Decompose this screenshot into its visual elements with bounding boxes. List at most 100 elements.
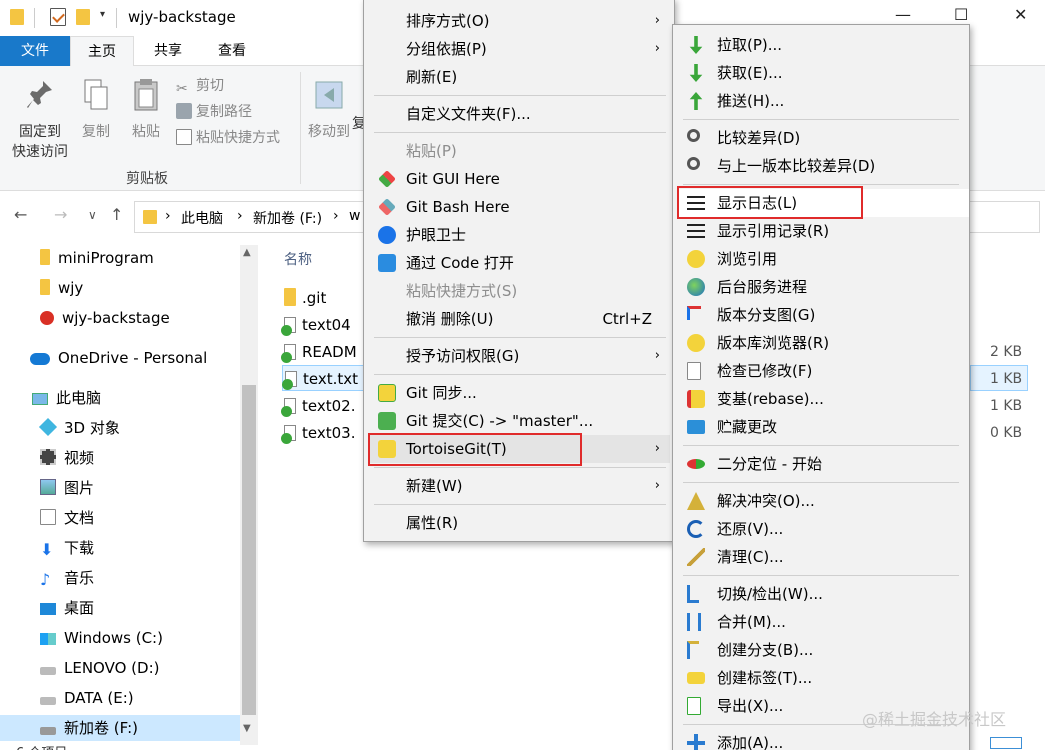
paste-icon bbox=[134, 79, 158, 111]
tab-home[interactable]: 主页 bbox=[70, 36, 134, 66]
menu-item-open-with-code[interactable]: 通过 Code 打开 bbox=[368, 249, 670, 277]
back-button[interactable]: ← bbox=[14, 205, 27, 224]
menu-item-push[interactable]: 推送(H)... bbox=[677, 87, 969, 115]
menu-item-git-bash[interactable]: Git Bash Here bbox=[368, 193, 670, 221]
menu-item-switch-checkout[interactable]: 切换/检出(W)... bbox=[677, 580, 969, 608]
nav-label: miniProgram bbox=[58, 249, 154, 267]
menu-item-group-by[interactable]: 分组依据(P) › bbox=[368, 35, 670, 63]
nav-item-documents[interactable]: 文档 bbox=[40, 505, 94, 531]
pin-to-quick-access-button[interactable]: 固定到 快速访问 bbox=[8, 78, 72, 162]
menu-item-new[interactable]: 新建(W) › bbox=[368, 472, 670, 500]
menu-item-revision-graph[interactable]: 版本分支图(G) bbox=[677, 301, 969, 329]
nav-item-onedrive[interactable]: OneDrive - Personal bbox=[30, 345, 207, 371]
nav-item-this-pc[interactable]: 此电脑 bbox=[32, 385, 101, 411]
nav-item-drive-d[interactable]: LENOVO (D:) bbox=[40, 655, 159, 681]
nav-item-desktop[interactable]: 桌面 bbox=[40, 595, 94, 621]
menu-item-properties[interactable]: 属性(R) bbox=[368, 509, 670, 537]
copy-button[interactable]: 复制 bbox=[78, 78, 114, 142]
breadcrumb-this-pc[interactable]: 此电脑 bbox=[181, 208, 223, 228]
nav-item-drive-f[interactable]: 新加卷 (F:) bbox=[0, 715, 240, 741]
paste-shortcut-button[interactable]: 粘贴快捷方式 bbox=[176, 126, 280, 150]
forward-button[interactable]: → bbox=[54, 205, 67, 224]
menu-item-browse-references[interactable]: 浏览引用 bbox=[677, 245, 969, 273]
menu-item-rebase[interactable]: 变基(rebase)... bbox=[677, 385, 969, 413]
scroll-up-arrow[interactable]: ▲ bbox=[243, 247, 251, 258]
nav-item-music[interactable]: ♪ 音乐 bbox=[40, 565, 94, 591]
menu-item-give-access[interactable]: 授予访问权限(G) › bbox=[368, 342, 670, 370]
tab-file[interactable]: 文件 bbox=[0, 36, 70, 66]
column-header-name[interactable]: 名称 bbox=[284, 249, 312, 269]
address-path[interactable]: › 此电脑 › 新加卷 (F:) › w bbox=[134, 201, 364, 233]
copy-path-button[interactable]: 复制路径 bbox=[176, 100, 252, 124]
menu-item-git-sync[interactable]: Git 同步... bbox=[368, 379, 670, 407]
menu-item-create-tag[interactable]: 创建标签(T)... bbox=[677, 664, 969, 692]
menu-item-check-modifications[interactable]: 检查已修改(F) bbox=[677, 357, 969, 385]
recent-locations-button[interactable]: ∨ bbox=[88, 208, 97, 222]
nav-item-wjy[interactable]: wjy bbox=[40, 275, 83, 301]
tab-view[interactable]: 查看 bbox=[202, 36, 262, 66]
nav-scrollbar[interactable]: ▲ ▼ bbox=[240, 245, 258, 745]
nav-item-pictures[interactable]: 图片 bbox=[40, 475, 94, 501]
file-row[interactable]: READM bbox=[281, 339, 357, 365]
minimize-button[interactable]: — bbox=[895, 5, 911, 24]
menu-item-diff[interactable]: 比较差异(D) bbox=[677, 124, 969, 152]
properties-icon[interactable] bbox=[50, 8, 66, 26]
nav-item-miniprogram[interactable]: miniProgram bbox=[40, 245, 154, 271]
file-row[interactable]: .git bbox=[284, 285, 326, 311]
bisect-icon bbox=[687, 459, 705, 469]
menu-item-add[interactable]: 添加(A)... bbox=[677, 729, 969, 750]
nav-item-wjy-backstage[interactable]: wjy-backstage bbox=[40, 305, 170, 331]
paste-button[interactable]: 粘贴 bbox=[128, 78, 164, 142]
details-view-button[interactable] bbox=[990, 737, 1022, 749]
menu-item-fetch[interactable]: 获取(E)... bbox=[677, 59, 969, 87]
menu-item-create-branch[interactable]: 创建分支(B)... bbox=[677, 636, 969, 664]
nav-label: LENOVO (D:) bbox=[64, 659, 160, 677]
nav-item-3d-objects[interactable]: 3D 对象 bbox=[38, 415, 120, 441]
menu-item-eye-care[interactable]: 护眼卫士 bbox=[368, 221, 670, 249]
menu-label: 护眼卫士 bbox=[406, 226, 467, 244]
menu-item-paste-shortcut[interactable]: 粘贴快捷方式(S) bbox=[368, 277, 670, 305]
file-row[interactable]: text02. bbox=[281, 393, 355, 419]
nav-item-drive-e[interactable]: DATA (E:) bbox=[40, 685, 134, 711]
new-folder-icon[interactable] bbox=[76, 9, 90, 25]
menu-item-diff-previous[interactable]: 与上一版本比较差异(D) bbox=[677, 152, 969, 180]
cut-button[interactable]: ✂ 剪切 bbox=[176, 74, 224, 98]
menu-item-git-commit[interactable]: Git 提交(C) -> "master"... bbox=[368, 407, 670, 435]
scrollbar-thumb[interactable] bbox=[242, 385, 256, 715]
scroll-down-arrow[interactable]: ▼ bbox=[243, 723, 251, 734]
close-button[interactable]: ✕ bbox=[1014, 5, 1027, 24]
file-row[interactable]: text03. bbox=[281, 420, 355, 446]
menu-item-reflog[interactable]: 显示引用记录(R) bbox=[677, 217, 969, 245]
tab-share[interactable]: 共享 bbox=[138, 36, 198, 66]
menu-item-refresh[interactable]: 刷新(E) bbox=[368, 63, 670, 91]
up-button[interactable]: ↑ bbox=[110, 205, 123, 224]
menu-item-daemon[interactable]: 后台服务进程 bbox=[677, 273, 969, 301]
search-input[interactable] bbox=[966, 201, 1040, 233]
menu-item-customize-folder[interactable]: 自定义文件夹(F)... bbox=[368, 100, 670, 128]
customize-quick-access-button[interactable]: ▾ bbox=[100, 9, 105, 20]
nav-item-drive-c[interactable]: Windows (C:) bbox=[40, 625, 163, 651]
menu-item-merge[interactable]: 合并(M)... bbox=[677, 608, 969, 636]
drive-icon bbox=[40, 697, 56, 705]
menu-item-paste[interactable]: 粘贴(P) bbox=[368, 137, 670, 165]
maximize-button[interactable]: ☐ bbox=[954, 5, 968, 24]
move-to-button[interactable]: 移动到 bbox=[304, 78, 354, 142]
menu-item-undo-delete[interactable]: 撤消 删除(U) Ctrl+Z bbox=[368, 305, 670, 333]
menu-item-revert[interactable]: 还原(V)... bbox=[677, 515, 969, 543]
menu-item-stash[interactable]: 贮藏更改 bbox=[677, 413, 969, 441]
menu-item-git-gui[interactable]: Git GUI Here bbox=[368, 165, 670, 193]
file-row[interactable]: text04 bbox=[281, 312, 351, 338]
menu-item-bisect-start[interactable]: 二分定位 - 开始 bbox=[677, 450, 969, 478]
breadcrumb-drive-f[interactable]: 新加卷 (F:) bbox=[253, 208, 322, 228]
nav-item-downloads[interactable]: ⬇ 下载 bbox=[40, 535, 94, 561]
file-row-selected[interactable]: text.txt bbox=[282, 365, 366, 391]
menu-item-pull[interactable]: 拉取(P)... bbox=[677, 31, 969, 59]
menu-item-sort-by[interactable]: 排序方式(O) › bbox=[368, 7, 670, 35]
menu-label: Git 提交(C) -> "master"... bbox=[406, 412, 594, 430]
breadcrumb-folder[interactable]: w bbox=[349, 208, 360, 224]
magnifier-icon bbox=[687, 157, 700, 170]
menu-item-cleanup[interactable]: 清理(C)... bbox=[677, 543, 969, 571]
menu-item-resolve[interactable]: 解决冲突(O)... bbox=[677, 487, 969, 515]
nav-item-videos[interactable]: 视频 bbox=[40, 445, 94, 471]
menu-item-repo-browser[interactable]: 版本库浏览器(R) bbox=[677, 329, 969, 357]
